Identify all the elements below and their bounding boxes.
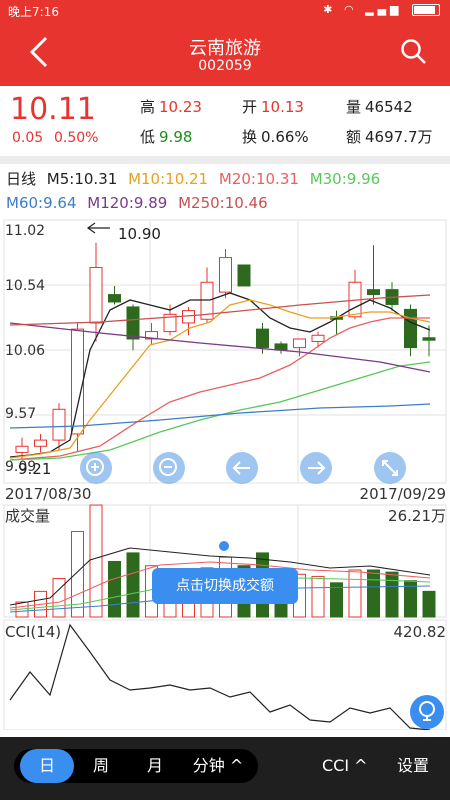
tab-minute[interactable]: 分钟 ^	[182, 749, 254, 783]
expand-icon	[382, 460, 398, 476]
end-date: 2017/09/29	[360, 485, 446, 503]
ma250-line	[9, 294, 431, 326]
high-value: 10.23	[159, 98, 202, 116]
candle	[404, 308, 417, 349]
ma20-label: M20:10.31	[218, 170, 299, 188]
ma-legend: 日线 M5:10.31 M10:10.21 M20:10.31 M30:9.96…	[6, 167, 446, 215]
stock-code: 002059	[198, 58, 252, 74]
candle	[293, 338, 306, 349]
scroll-left-button[interactable]	[226, 452, 258, 484]
indicator-selector[interactable]: CCI ^	[322, 749, 368, 783]
volume-bar	[126, 552, 140, 618]
candles	[15, 242, 436, 460]
candle	[237, 264, 251, 287]
tab-day[interactable]: 日	[20, 749, 74, 783]
bluetooth-icon: ✱	[323, 3, 337, 16]
bulb-button[interactable]	[410, 695, 444, 729]
price-change-pct: 0.50%	[54, 130, 99, 146]
candle	[52, 408, 66, 441]
high-marker: 10.90	[86, 222, 161, 243]
quote-panel: 10.11 0.05 0.50% 高 10.23 开 10.13 量 46542 低9…	[0, 86, 450, 156]
turnover-item: 换 0.66%	[242, 128, 309, 146]
start-date: 2017/08/30	[5, 485, 91, 503]
app-header: 云南旅游 002059	[0, 22, 450, 86]
candle	[422, 337, 436, 341]
low-value: 9.98	[159, 128, 193, 146]
volume-bar	[108, 560, 121, 618]
volume-bar	[311, 575, 325, 618]
zoom-out-icon	[159, 458, 177, 476]
switch-amount-tip[interactable]: 点击切换成交额	[152, 568, 298, 604]
low-marker: 9.21	[18, 460, 51, 478]
volume-bar	[52, 578, 66, 618]
candle	[367, 289, 380, 296]
candle	[274, 343, 288, 351]
ma30-label: M30:9.96	[309, 170, 381, 188]
volume-cursor-dot	[219, 541, 229, 551]
volume-bar	[385, 571, 399, 618]
amount-item: 额 4697.7万	[346, 128, 433, 146]
open-value: 10.13	[261, 98, 304, 116]
high-marker-label: 10.90	[118, 225, 161, 243]
y-tick-2: 10.54	[5, 278, 45, 294]
candle	[219, 257, 232, 293]
amount-value: 4697.7万	[365, 128, 433, 146]
current-price: 10.11	[10, 92, 96, 127]
candle	[256, 328, 269, 349]
low-item: 低 9.98	[140, 128, 193, 146]
wifi-icon: ◠	[344, 3, 358, 16]
volume-bar	[422, 590, 436, 618]
fullscreen-button[interactable]	[374, 452, 406, 484]
volume-item: 量 46542	[346, 98, 413, 116]
turnover-value: 0.66%	[261, 128, 309, 146]
cci-line	[9, 623, 431, 730]
status-time: 晚上7:16	[8, 5, 59, 19]
period-label: 日线	[6, 170, 37, 188]
zoom-out-button[interactable]	[153, 452, 185, 484]
volume-value: 46542	[365, 98, 413, 116]
status-icons: ✱ ◠ ▂▄▆	[323, 3, 440, 16]
candle	[89, 266, 103, 324]
bulb-icon	[419, 701, 435, 721]
volume-bar	[367, 569, 380, 618]
signal-icon: ▂▄▆	[365, 3, 403, 16]
stock-name: 云南旅游	[189, 38, 261, 59]
high-item: 高 10.23	[140, 98, 202, 116]
search-icon[interactable]	[400, 38, 428, 66]
candle	[15, 445, 29, 453]
low-marker-label: 9.21	[18, 460, 51, 478]
y-tick-4: 9.57	[5, 406, 36, 422]
bottom-bar: 日 周 月 分钟 ^ CCI ^ 设置	[0, 737, 450, 800]
volume-max: 26.21万	[388, 507, 446, 525]
zoom-in-button[interactable]	[80, 452, 112, 484]
y-tick-1: 11.02	[5, 223, 45, 239]
divider	[0, 156, 450, 164]
settings-button[interactable]: 设置	[397, 749, 429, 783]
y-tick-3: 10.06	[5, 343, 45, 359]
candle	[182, 310, 195, 324]
candle	[126, 306, 140, 340]
open-item: 开 10.13	[242, 98, 304, 116]
battery-icon	[412, 4, 440, 16]
volume-label: 成交量	[5, 507, 50, 525]
arrow-left-icon	[232, 461, 250, 475]
price-change: 0.05	[12, 130, 44, 146]
scroll-right-button[interactable]	[300, 452, 332, 484]
candle	[311, 334, 325, 342]
ma5-label: M5:10.31	[46, 170, 118, 188]
candle	[34, 439, 47, 447]
ma10-label: M10:10.21	[128, 170, 209, 188]
zoom-in-icon	[86, 458, 104, 476]
cci-label: CCI(14)	[5, 623, 61, 641]
candle	[71, 328, 84, 435]
arrow-right-icon	[308, 461, 326, 475]
volume-bar	[348, 569, 362, 618]
tab-month[interactable]: 月	[128, 749, 182, 783]
status-bar: 晚上7:16 ✱ ◠ ▂▄▆	[0, 0, 450, 22]
candle	[108, 294, 121, 303]
cci-max: 420.82	[394, 623, 447, 641]
tab-week[interactable]: 周	[74, 749, 128, 783]
